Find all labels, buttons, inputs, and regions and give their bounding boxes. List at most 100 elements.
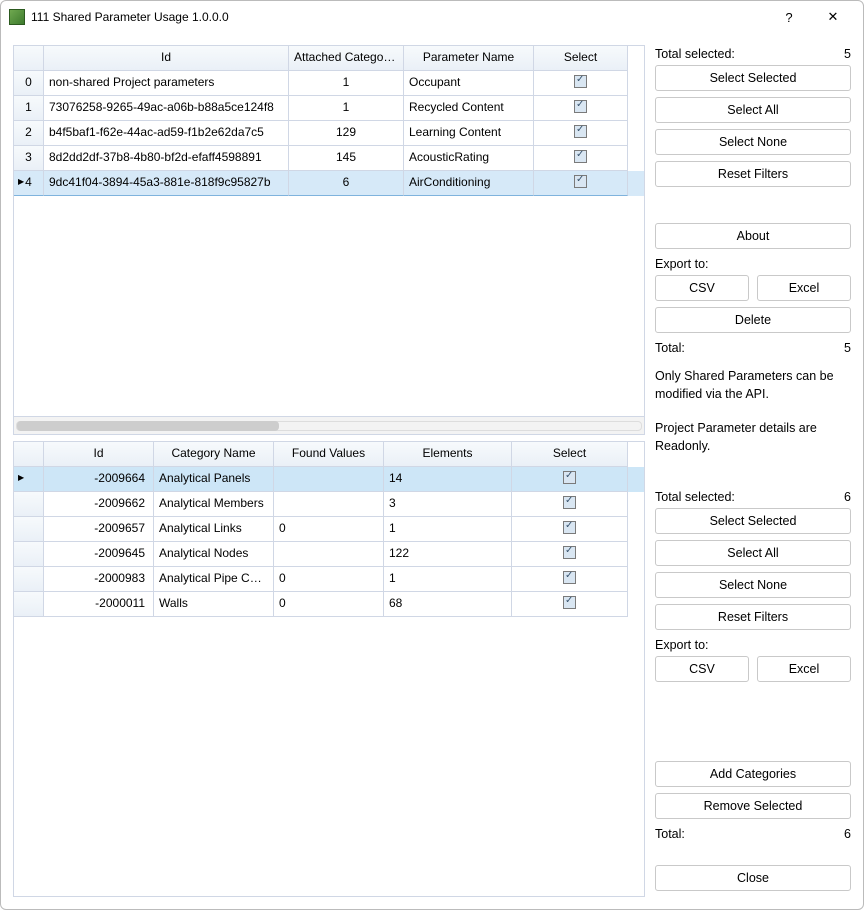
delete-button[interactable]: Delete xyxy=(655,307,851,333)
row-header: 4 xyxy=(14,171,44,196)
table-row[interactable]: 0non-shared Project parameters1Occupant xyxy=(14,71,644,96)
cell-select[interactable] xyxy=(534,96,628,121)
col-attached-categories[interactable]: Attached Categories xyxy=(289,46,404,71)
note-api: Only Shared Parameters can be modified v… xyxy=(655,367,851,403)
cell-id: -2000983 xyxy=(44,567,154,592)
table-row[interactable]: -2009662Analytical Members3 xyxy=(14,492,644,517)
row-header xyxy=(14,567,44,592)
h-scrollbar[interactable] xyxy=(14,416,644,434)
table-row[interactable]: -2009657Analytical Links01 xyxy=(14,517,644,542)
table-row[interactable]: 173076258-9265-49ac-a06b-b88a5ce124f81Re… xyxy=(14,96,644,121)
checkbox-icon[interactable] xyxy=(574,175,587,188)
cell-category-name: Walls xyxy=(154,592,274,617)
cell-found-values xyxy=(274,492,384,517)
col-id[interactable]: Id xyxy=(44,442,154,467)
cell-category-name: Analytical Links xyxy=(154,517,274,542)
select-all-button-2[interactable]: Select All xyxy=(655,540,851,566)
cell-select[interactable] xyxy=(512,492,628,517)
grid-corner xyxy=(14,442,44,467)
cell-select[interactable] xyxy=(512,467,628,492)
table-row[interactable]: -2009664Analytical Panels14 xyxy=(14,467,644,492)
table-row[interactable]: -2000011Walls068 xyxy=(14,592,644,617)
reset-filters-button-2[interactable]: Reset Filters xyxy=(655,604,851,630)
cell-select[interactable] xyxy=(534,146,628,171)
cell-select[interactable] xyxy=(534,171,628,196)
cell-parameter-name: Occupant xyxy=(404,71,534,96)
about-button[interactable]: About xyxy=(655,223,851,249)
cell-found-values xyxy=(274,542,384,567)
table-row[interactable]: 2b4f5baf1-f62e-44ac-ad59-f1b2e62da7c5129… xyxy=(14,121,644,146)
export-csv-button[interactable]: CSV xyxy=(655,275,749,301)
cell-select[interactable] xyxy=(512,567,628,592)
checkbox-icon[interactable] xyxy=(563,471,576,484)
checkbox-icon[interactable] xyxy=(563,521,576,534)
export-csv-button-2[interactable]: CSV xyxy=(655,656,749,682)
row-header: 0 xyxy=(14,71,44,96)
close-window-button[interactable]: ✕ xyxy=(811,2,855,32)
export-excel-button[interactable]: Excel xyxy=(757,275,851,301)
total-label: Total: 5 xyxy=(655,341,851,355)
select-all-button[interactable]: Select All xyxy=(655,97,851,123)
table-row[interactable]: 49dc41f04-3894-45a3-881e-818f9c95827b6Ai… xyxy=(14,171,644,196)
checkbox-icon[interactable] xyxy=(574,100,587,113)
select-none-button-2[interactable]: Select None xyxy=(655,572,851,598)
row-header xyxy=(14,517,44,542)
close-button[interactable]: Close xyxy=(655,865,851,891)
cell-select[interactable] xyxy=(534,121,628,146)
col-found-values[interactable]: Found Values xyxy=(274,442,384,467)
cell-category-name: Analytical Nodes xyxy=(154,542,274,567)
cell-select[interactable] xyxy=(512,517,628,542)
table-row[interactable]: -2000983Analytical Pipe Conne...01 xyxy=(14,567,644,592)
select-selected-button[interactable]: Select Selected xyxy=(655,65,851,91)
row-header xyxy=(14,492,44,517)
col-parameter-name[interactable]: Parameter Name xyxy=(404,46,534,71)
cell-parameter-name: Recycled Content xyxy=(404,96,534,121)
select-none-button[interactable]: Select None xyxy=(655,129,851,155)
export-label: Export to: xyxy=(655,257,851,271)
row-header: 1 xyxy=(14,96,44,121)
cell-select[interactable] xyxy=(512,542,628,567)
cell-select[interactable] xyxy=(534,71,628,96)
col-select[interactable]: Select xyxy=(512,442,628,467)
add-categories-button[interactable]: Add Categories xyxy=(655,761,851,787)
checkbox-icon[interactable] xyxy=(563,596,576,609)
select-selected-button-2[interactable]: Select Selected xyxy=(655,508,851,534)
checkbox-icon[interactable] xyxy=(563,546,576,559)
checkbox-icon[interactable] xyxy=(574,150,587,163)
cell-id: 8d2dd2df-37b8-4b80-bf2d-efaff4598891 xyxy=(44,146,289,171)
cell-id: -2009657 xyxy=(44,517,154,542)
table-row[interactable]: 38d2dd2df-37b8-4b80-bf2d-efaff4598891145… xyxy=(14,146,644,171)
checkbox-icon[interactable] xyxy=(563,571,576,584)
parameters-grid[interactable]: Id Attached Categories Parameter Name Se… xyxy=(13,45,645,435)
col-elements[interactable]: Elements xyxy=(384,442,512,467)
col-select[interactable]: Select xyxy=(534,46,628,71)
total-selected-label-2: Total selected: 6 xyxy=(655,490,851,504)
checkbox-icon[interactable] xyxy=(574,75,587,88)
cell-elements: 14 xyxy=(384,467,512,492)
help-button[interactable]: ? xyxy=(767,2,811,32)
reset-filters-button[interactable]: Reset Filters xyxy=(655,161,851,187)
row-header xyxy=(14,542,44,567)
checkbox-icon[interactable] xyxy=(563,496,576,509)
cell-found-values: 0 xyxy=(274,517,384,542)
cell-select[interactable] xyxy=(512,592,628,617)
grid-corner xyxy=(14,46,44,71)
cell-attached-categories: 1 xyxy=(289,96,404,121)
export-excel-button-2[interactable]: Excel xyxy=(757,656,851,682)
total-selected-label: Total selected: 5 xyxy=(655,47,851,61)
categories-grid[interactable]: Id Category Name Found Values Elements S… xyxy=(13,441,645,897)
cell-attached-categories: 145 xyxy=(289,146,404,171)
cell-elements: 3 xyxy=(384,492,512,517)
table-row[interactable]: -2009645Analytical Nodes122 xyxy=(14,542,644,567)
row-header xyxy=(14,467,44,492)
col-category-name[interactable]: Category Name xyxy=(154,442,274,467)
cell-id: -2000011 xyxy=(44,592,154,617)
col-id[interactable]: Id xyxy=(44,46,289,71)
remove-selected-button[interactable]: Remove Selected xyxy=(655,793,851,819)
cell-elements: 1 xyxy=(384,517,512,542)
window-title: 111 Shared Parameter Usage 1.0.0.0 xyxy=(31,10,767,24)
total-value-2: 6 xyxy=(844,827,851,841)
export-label-2: Export to: xyxy=(655,638,851,652)
checkbox-icon[interactable] xyxy=(574,125,587,138)
cell-id: b4f5baf1-f62e-44ac-ad59-f1b2e62da7c5 xyxy=(44,121,289,146)
